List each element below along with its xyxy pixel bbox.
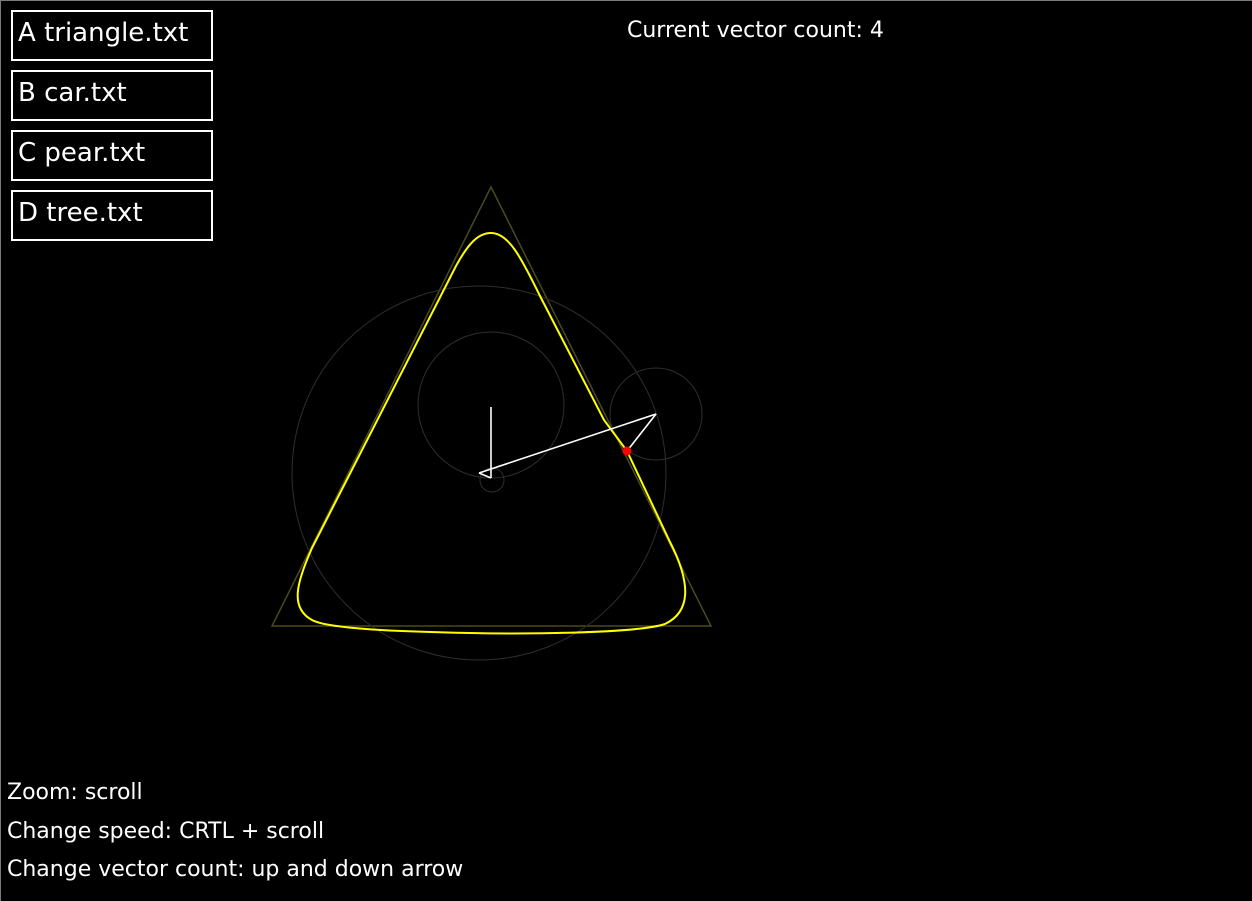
file-button-name: tree.txt bbox=[46, 198, 143, 228]
file-button-tree[interactable]: D tree.txt bbox=[11, 190, 213, 241]
file-button-name: car.txt bbox=[44, 78, 127, 108]
file-button-key: B bbox=[18, 78, 36, 108]
file-button-list: A triangle.txt B car.txt C pear.txt D tr… bbox=[11, 10, 213, 250]
file-button-name: pear.txt bbox=[44, 138, 146, 168]
help-speed: Change speed: CRTL + scroll bbox=[7, 818, 325, 844]
file-button-key: A bbox=[18, 18, 36, 48]
help-zoom: Zoom: scroll bbox=[7, 780, 143, 805]
target-shape-outline bbox=[270, 185, 713, 627]
file-button-name: triangle.txt bbox=[44, 18, 189, 48]
vector-count-label: Current vector count: 4 bbox=[627, 18, 884, 43]
file-button-car[interactable]: B car.txt bbox=[11, 70, 213, 121]
pen-point bbox=[622, 446, 632, 456]
file-button-key: D bbox=[18, 198, 39, 228]
file-button-key: C bbox=[18, 138, 37, 168]
help-vector-count: Change vector count: up and down arrow bbox=[7, 857, 464, 882]
help-text: Zoom: scroll Change speed: CRTL + scroll… bbox=[7, 778, 463, 894]
file-button-triangle[interactable]: A triangle.txt bbox=[11, 10, 213, 61]
file-button-pear[interactable]: C pear.txt bbox=[11, 130, 213, 181]
fourier-drawer-window: A triangle.txt B car.txt C pear.txt D tr… bbox=[0, 0, 1252, 901]
